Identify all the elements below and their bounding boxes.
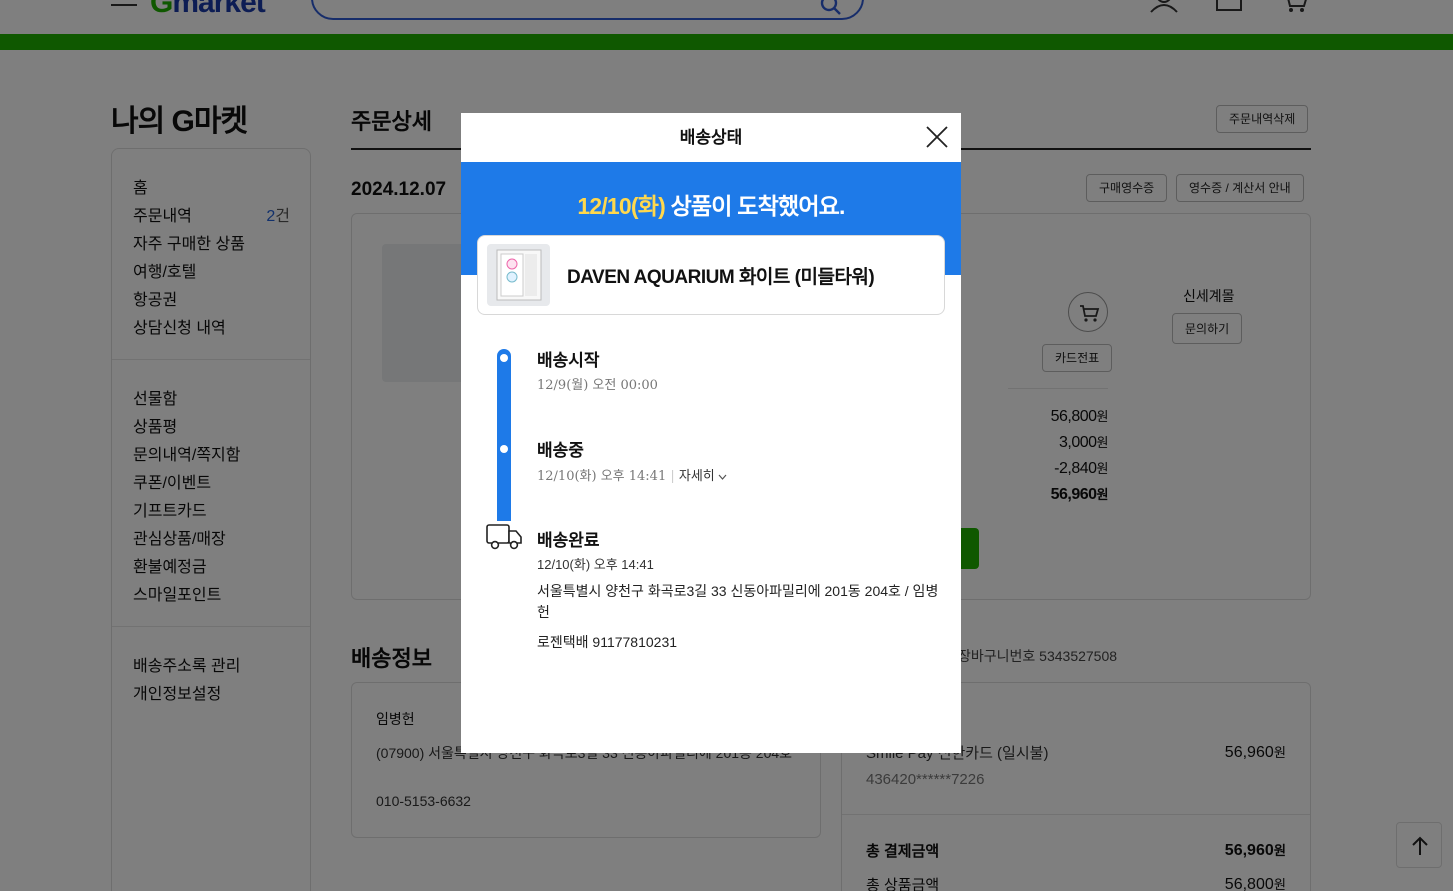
arrival-date: 12/10(화) (577, 193, 665, 219)
truck-icon (485, 521, 523, 553)
tracking-number[interactable]: 로젠택배 91177810231 (537, 632, 677, 652)
close-icon[interactable] (925, 125, 949, 149)
timeline-dot-transit (500, 445, 508, 453)
modal-title: 배송상태 (679, 128, 743, 147)
delivery-address: 서울특별시 양천구 화곡로3길 33 신동아파밀리에 201동 204호 / 임… (537, 583, 939, 620)
chevron-down-icon (718, 474, 727, 480)
pc-case-image (496, 249, 542, 301)
step-complete-title: 배송완료 (537, 531, 600, 550)
product-name: DAVEN AQUARIUM 화이트 (미들타워) (567, 267, 875, 288)
step-start-title: 배송시작 (537, 351, 600, 370)
step-start-time: 12/9(월) 오전 00:00 (537, 378, 658, 393)
timeline-dot-start (500, 354, 508, 362)
product-image (487, 244, 550, 306)
step-complete-time: 12/10(화) 오후 14:41 (537, 557, 654, 572)
timeline-bar (497, 349, 511, 529)
delivery-status-modal: 배송상태 12/10(화) 상품이 도착했어요. DAVEN AQUARIUM … (461, 113, 961, 753)
modal-header: 배송상태 (461, 113, 961, 162)
product-summary: DAVEN AQUARIUM 화이트 (미들타워) (477, 235, 945, 315)
step-transit-meta: 12/10(화) 오후 14:41 | 자세히 (537, 465, 727, 484)
arrival-message: 상품이 도착했어요. (664, 193, 846, 219)
transit-detail-toggle[interactable]: 자세히 (679, 468, 728, 483)
step-transit-time: 12/10(화) 오후 14:41 (537, 469, 667, 484)
step-transit-title: 배송중 (537, 441, 584, 460)
